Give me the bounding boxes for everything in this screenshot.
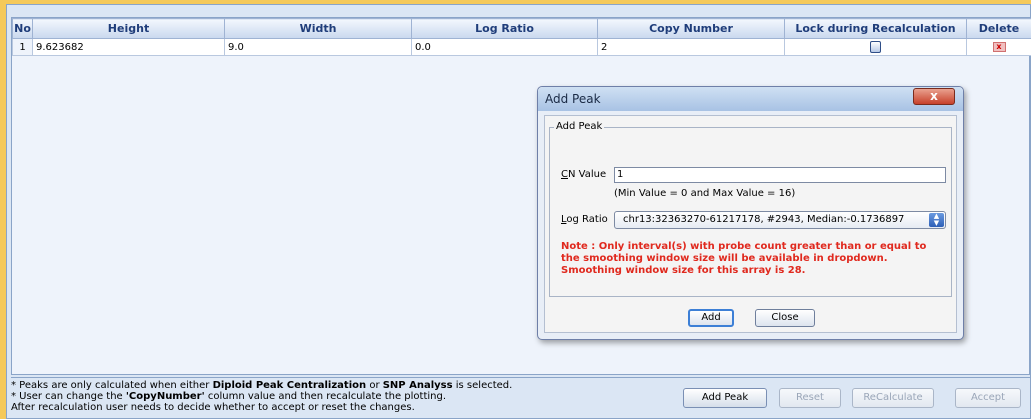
footer: * Peaks are only calculated when either … xyxy=(11,377,1030,419)
close-button[interactable]: Close xyxy=(755,309,815,327)
cn-label-text: N Value xyxy=(567,169,607,180)
delete-icon[interactable]: x xyxy=(992,41,1006,52)
cn-label-mnemonic: C xyxy=(561,169,568,180)
row-width: 9.0 xyxy=(224,38,412,56)
add-peak-button[interactable]: Add Peak xyxy=(683,388,767,408)
note1-prefix: * Peaks are only calculated when either xyxy=(11,380,213,391)
col-width[interactable]: Width xyxy=(224,18,412,39)
recalculate-button[interactable]: ReCalculate xyxy=(852,388,934,408)
accept-button[interactable]: Accept xyxy=(955,388,1021,408)
group-label: Add Peak xyxy=(554,121,605,132)
add-button[interactable]: Add xyxy=(688,309,734,327)
log-label-text: og Ratio xyxy=(566,214,608,225)
row-log-ratio: 0.0 xyxy=(411,38,598,56)
note2-bold-copynumber: 'CopyNumber' xyxy=(125,391,205,402)
table-header-row: No Height Width Log Ratio Copy Number Lo… xyxy=(12,18,1031,39)
cn-value-hint: (Min Value = 0 and Max Value = 16) xyxy=(614,188,796,199)
col-no: No xyxy=(12,18,33,39)
row-lock-cell xyxy=(784,38,967,56)
lock-checkbox[interactable] xyxy=(870,41,881,53)
note-line-2: * User can change the 'CopyNumber' colum… xyxy=(11,391,512,402)
col-copy-number[interactable]: Copy Number xyxy=(597,18,785,39)
note-line-3: After recalculation user needs to decide… xyxy=(11,402,415,413)
col-log-ratio[interactable]: Log Ratio xyxy=(411,18,598,39)
footer-notes: * Peaks are only calculated when either … xyxy=(11,380,512,413)
peaks-table: No Height Width Log Ratio Copy Number Lo… xyxy=(12,18,1031,56)
row-height: 9.623682 xyxy=(32,38,225,56)
note1-bold-snp: SNP Analyss xyxy=(382,380,453,391)
dialog-body: Add Peak CN Value 1 (Min Value = 0 and M… xyxy=(544,115,957,333)
col-lock[interactable]: Lock during Recalculation xyxy=(784,18,967,39)
note-line-1: * Peaks are only calculated when either … xyxy=(11,380,512,391)
col-delete: Delete xyxy=(966,18,1031,39)
log-ratio-selected: chr13:32363270-61217178, #2943, Median:-… xyxy=(623,214,905,225)
log-ratio-select[interactable]: chr13:32363270-61217178, #2943, Median:-… xyxy=(614,211,946,229)
add-peak-dialog: Add Peak x Add Peak CN Value 1 (Min Valu… xyxy=(537,86,964,340)
close-icon[interactable]: x xyxy=(913,88,955,105)
cn-value-label: CN Value xyxy=(561,169,606,180)
col-height[interactable]: Height xyxy=(32,18,225,39)
row-no: 1 xyxy=(12,38,33,56)
row-delete-cell: x xyxy=(966,38,1031,56)
note1-mid: or xyxy=(366,380,383,391)
reset-button[interactable]: Reset xyxy=(779,388,841,408)
cn-value-input[interactable]: 1 xyxy=(614,167,946,183)
table-row: 1 9.623682 9.0 0.0 2 x xyxy=(12,38,1031,56)
dialog-title: Add Peak xyxy=(545,92,601,106)
note1-bold-diploid: Diploid Peak Centralization xyxy=(212,380,367,391)
row-copy-number-cell[interactable]: 2 xyxy=(597,38,785,56)
log-ratio-label: Log Ratio xyxy=(561,214,608,225)
add-peak-group: Add Peak CN Value 1 (Min Value = 0 and M… xyxy=(549,121,952,297)
dialog-titlebar[interactable]: Add Peak x xyxy=(538,87,963,111)
note1-suffix: is selected. xyxy=(452,380,513,391)
smoothing-note: Note : Only interval(s) with probe count… xyxy=(561,241,927,276)
note2-suffix: column value and then recalculate the pl… xyxy=(204,391,447,402)
note2-prefix: * User can change the xyxy=(11,391,126,402)
up-down-arrow-icon: ▲ ▼ xyxy=(929,213,944,227)
